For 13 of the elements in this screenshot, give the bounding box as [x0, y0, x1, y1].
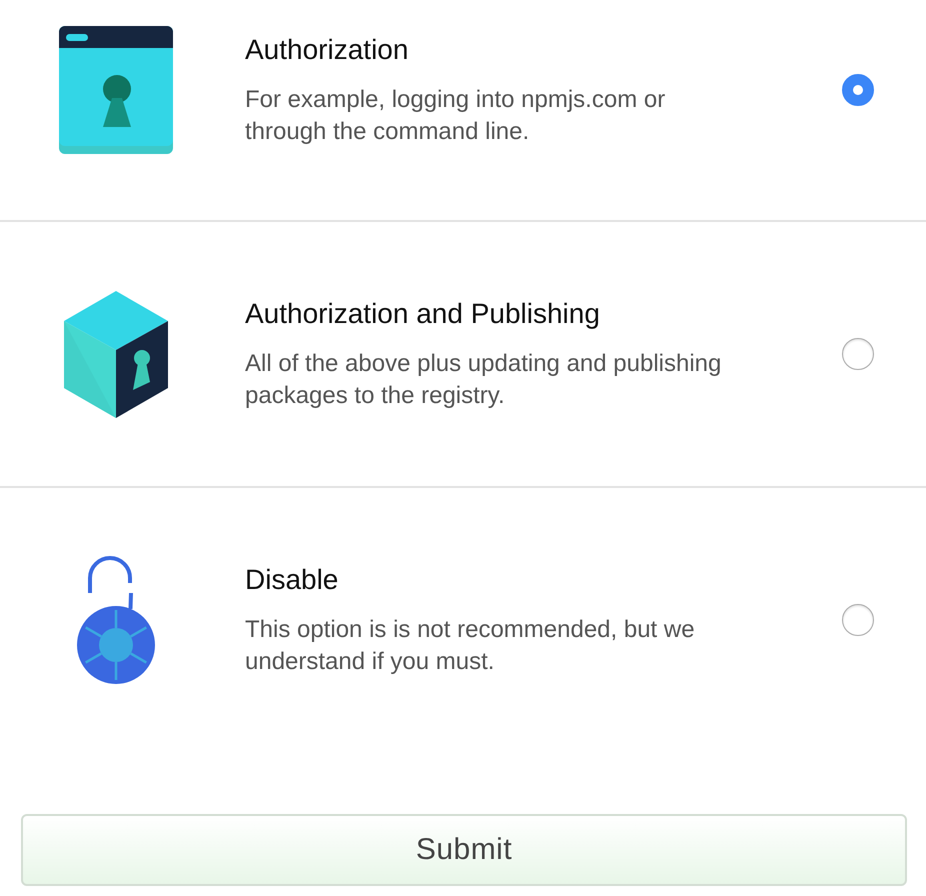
radio-button[interactable] [842, 604, 874, 636]
option-title: Disable [245, 563, 340, 597]
option-title: Authorization [245, 33, 410, 67]
option-description: All of the above plus updating and publishing packages to the registry. [245, 349, 722, 411]
radio-button[interactable] [842, 338, 874, 370]
radio-button[interactable] [842, 74, 874, 106]
open-padlock-icon [76, 555, 156, 685]
option-description: This option is is not recommended, but we understand if you must. [245, 615, 696, 677]
keyhole-window-icon [59, 26, 173, 154]
option-description: For example, logging into npmjs.com or through the command line. [245, 85, 666, 147]
option-title: Authorization and Publishing [245, 297, 601, 331]
keyhole-cube-icon [64, 290, 168, 418]
submit-button[interactable]: Submit [21, 814, 907, 886]
